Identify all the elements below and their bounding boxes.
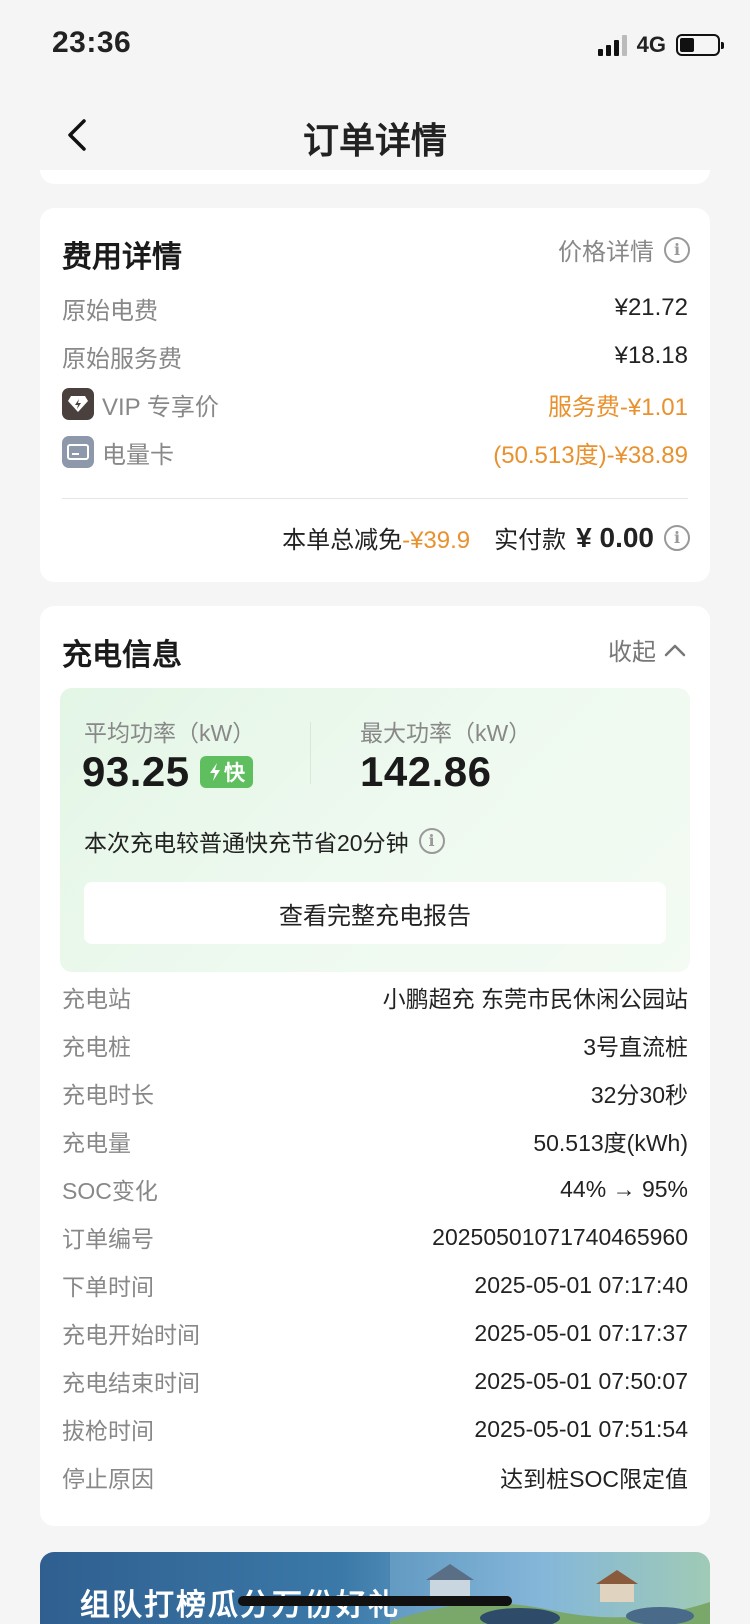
info-label: 停止原因 <box>62 1466 154 1492</box>
fee-row-label: 电量卡 <box>102 441 174 469</box>
total-discount-value: -¥39.9 <box>402 527 471 554</box>
fee-section-title: 费用详情 <box>62 241 182 274</box>
info-row: 停止原因 达到桩SOC限定值 <box>62 1460 688 1494</box>
info-value: 2025-05-01 07:50:07 <box>474 1367 688 1394</box>
info-icon[interactable]: i <box>418 828 445 854</box>
view-report-button[interactable]: 查看完整充电报告 <box>84 882 666 944</box>
time-saving-note: 本次充电较普通快充节省20分钟 i <box>84 824 445 858</box>
divider <box>310 722 311 784</box>
info-label: 充电结束时间 <box>62 1370 200 1396</box>
info-label: 充电量 <box>62 1130 131 1156</box>
info-row: 下单时间 2025-05-01 07:17:40 <box>62 1268 688 1302</box>
info-row: 充电站 小鹏超充 东莞市民休闲公园站 <box>62 980 688 1014</box>
info-row: 充电结束时间 2025-05-01 07:50:07 <box>62 1364 688 1398</box>
fee-row-label: VIP 专享价 <box>102 393 219 421</box>
info-row: 拔枪时间 2025-05-01 07:51:54 <box>62 1412 688 1446</box>
page-title: 订单详情 <box>302 120 447 161</box>
info-value: 32分30秒 <box>590 1082 688 1108</box>
paid-amount: ¥ 0.00 <box>576 521 654 553</box>
fast-charge-badge: 快 <box>200 756 253 788</box>
info-value: 50.513度(kWh) <box>533 1130 688 1156</box>
charging-info-card: 充电信息 收起 平均功率（kW） 93.25 快 最大功率（kW） 142.86… <box>40 606 710 1526</box>
avg-power-value: 93.25 <box>82 748 190 795</box>
fee-row-value: ¥21.72 <box>614 294 688 321</box>
nav-bar: 订单详情 <box>0 90 750 180</box>
collapse-label: 收起 <box>608 639 656 666</box>
info-row: 充电量 50.513度(kWh) <box>62 1124 688 1158</box>
info-row: 充电开始时间 2025-05-01 07:17:37 <box>62 1316 688 1350</box>
fee-row-label: 原始电费 <box>62 297 158 325</box>
info-value: 3号直流桩 <box>583 1034 688 1060</box>
info-label: 订单编号 <box>62 1226 154 1252</box>
promo-banner[interactable]: 组队打榜瓜分万份好礼 <box>40 1552 710 1624</box>
home-indicator <box>238 1596 512 1606</box>
info-row: 订单编号 20250501071740465960 <box>62 1220 688 1254</box>
info-icon[interactable]: i <box>664 524 690 551</box>
fee-row-value: ¥18.18 <box>614 342 688 369</box>
signal-icon <box>597 34 627 56</box>
vip-diamond-icon <box>62 388 94 420</box>
info-value: 小鹏超充 东莞市民休闲公园站 <box>382 986 688 1012</box>
status-time: 23:36 <box>52 26 132 59</box>
info-label: 下单时间 <box>62 1274 154 1300</box>
fee-details-card: 费用详情 价格详情 i 原始电费 ¥21.72 原始服务费 ¥18.18 VIP… <box>40 208 710 582</box>
fee-row-energy-card: 电量卡 (50.513度)-¥38.89 <box>62 434 688 470</box>
collapse-button[interactable]: 收起 <box>608 632 686 667</box>
fee-row: 原始电费 ¥21.72 <box>62 290 688 326</box>
total-discount-label: 本单总减免 <box>282 527 403 554</box>
fee-row: 原始服务费 ¥18.18 <box>62 338 688 374</box>
divider <box>62 498 688 499</box>
energy-card-icon <box>62 436 94 468</box>
info-value: 44% → 95% <box>560 1175 688 1202</box>
info-label: 充电开始时间 <box>62 1322 200 1348</box>
lightning-icon <box>210 763 220 781</box>
info-value: 达到桩SOC限定值 <box>500 1466 688 1492</box>
status-bar: 23:36 4G <box>0 0 750 90</box>
battery-icon <box>676 34 724 56</box>
info-value: 20250501071740465960 <box>432 1223 688 1250</box>
power-panel: 平均功率（kW） 93.25 快 最大功率（kW） 142.86 本次充电较普通… <box>60 688 690 972</box>
info-label: 充电桩 <box>62 1034 131 1060</box>
max-power-value: 142.86 <box>360 748 492 795</box>
info-label: SOC变化 <box>62 1178 158 1204</box>
paid-label: 实付款 <box>494 527 567 554</box>
chevron-up-icon <box>664 644 686 656</box>
info-label: 充电时长 <box>62 1082 154 1108</box>
previous-card-edge <box>40 170 710 184</box>
saving-text: 本次充电较普通快充节省20分钟 <box>84 830 409 856</box>
fee-row-value: (50.513度)-¥38.89 <box>493 441 688 469</box>
info-label: 拔枪时间 <box>62 1418 154 1444</box>
info-icon: i <box>664 236 690 263</box>
info-row: 充电时长 32分30秒 <box>62 1076 688 1110</box>
charge-section-title: 充电信息 <box>62 639 182 672</box>
fee-row-vip: VIP 专享价 服务费-¥1.01 <box>62 386 688 422</box>
info-value: 2025-05-01 07:17:37 <box>474 1319 688 1346</box>
price-detail-link[interactable]: 价格详情 i <box>558 232 690 267</box>
info-value: 2025-05-01 07:51:54 <box>474 1415 688 1442</box>
info-row: SOC变化 44% → 95% <box>62 1172 688 1206</box>
info-label: 充电站 <box>62 986 131 1012</box>
avg-power-label: 平均功率（kW） <box>84 720 256 746</box>
info-value: 2025-05-01 07:17:40 <box>474 1271 688 1298</box>
network-type: 4G <box>636 32 666 57</box>
fast-badge-label: 快 <box>224 762 245 785</box>
fee-row-value: 服务费-¥1.01 <box>547 393 688 421</box>
fee-row-label: 原始服务费 <box>62 345 182 373</box>
payment-summary: 本单总减免-¥39.9 实付款 ¥ 0.00 i <box>282 520 690 555</box>
price-detail-label: 价格详情 <box>558 239 654 266</box>
banner-scene-image <box>390 1552 710 1624</box>
max-power-label: 最大功率（kW） <box>360 720 532 746</box>
status-indicators: 4G <box>597 32 724 58</box>
info-row: 充电桩 3号直流桩 <box>62 1028 688 1062</box>
